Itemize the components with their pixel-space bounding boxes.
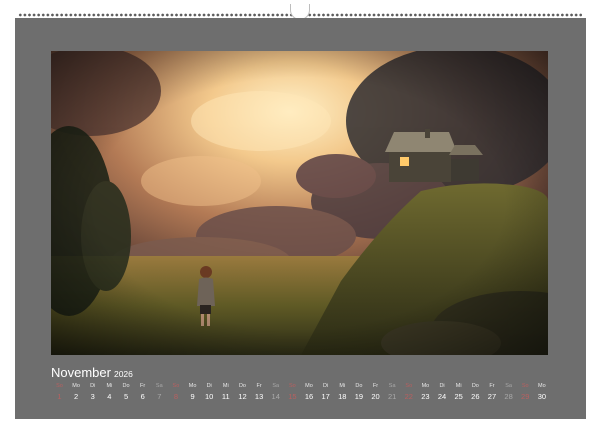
weekday-label: Do	[471, 383, 479, 389]
calendar-day: Di 3	[84, 382, 101, 404]
calendar-days-grid: So 1 Mo 2 Di 3 Mi 4 Do 5 Fr 6 Sa 7 So 8 Mo 9 Di 10 Mi 11 Do 12 F…	[51, 382, 550, 408]
calendar-day: Fr 20	[367, 382, 384, 404]
weekday-label: Mo	[538, 383, 546, 389]
calendar-day: Sa 7	[151, 382, 168, 404]
day-number: 24	[437, 392, 447, 401]
weekday-label: Do	[122, 383, 130, 389]
day-number: 28	[504, 392, 513, 401]
calendar-day: Sa 28	[500, 382, 517, 404]
weekday-label: Fr	[256, 383, 262, 389]
weekday-label: So	[172, 383, 180, 389]
spiral-binding	[0, 0, 600, 20]
calendar-day: Di 24	[434, 382, 451, 404]
calendar-day: So 29	[517, 382, 534, 404]
calendar-day: Di 10	[201, 382, 218, 404]
calendar-photo	[51, 51, 548, 355]
weekday-label: Mi	[222, 383, 229, 389]
weekday-label: Sa	[155, 383, 163, 389]
calendar-day: Mo 9	[184, 382, 201, 404]
day-number: 16	[304, 392, 314, 401]
calendar-header: November 2026	[51, 364, 133, 380]
calendar-day: So 1	[51, 382, 68, 404]
calendar-day: Mo 2	[68, 382, 85, 404]
weekday-label: So	[56, 383, 63, 389]
calendar-day: Di 17	[317, 382, 334, 404]
day-number: 14	[271, 392, 280, 401]
calendar-day: So 15	[284, 382, 301, 404]
calendar-day: Mo 16	[301, 382, 318, 404]
calendar-day: Do 5	[118, 382, 135, 404]
weekday-label: Fr	[489, 383, 495, 389]
day-number: 7	[157, 392, 162, 401]
calendar-day: So 22	[400, 382, 417, 404]
day-number: 11	[221, 392, 230, 401]
weekday-label: Do	[355, 383, 363, 389]
day-number: 20	[371, 392, 380, 401]
day-number: 5	[123, 392, 129, 401]
day-number: 23	[421, 392, 430, 401]
day-number: 2	[74, 392, 79, 401]
weekday-label: Sa	[388, 383, 396, 389]
day-number: 25	[454, 392, 463, 401]
day-number: 1	[57, 392, 62, 401]
day-number: 29	[521, 392, 530, 401]
calendar-day: Mo 30	[533, 382, 550, 404]
calendar-day: Do 26	[467, 382, 484, 404]
weekday-label: Di	[206, 383, 212, 389]
calendar-day: Mo 23	[417, 382, 434, 404]
calendar-day: Sa 14	[267, 382, 284, 404]
weekday-label: Fr	[140, 383, 146, 389]
weekday-label: Mo	[421, 383, 430, 389]
calendar-day: Mi 11	[217, 382, 234, 404]
month-name: November	[51, 365, 111, 380]
day-number: 15	[288, 392, 297, 401]
calendar-day: Mi 25	[450, 382, 467, 404]
weekday-label: Di	[323, 383, 329, 389]
day-number: 4	[107, 392, 112, 401]
weekday-label: So	[521, 383, 529, 389]
weekday-label: So	[288, 383, 296, 389]
calendar-day: Do 19	[350, 382, 367, 404]
day-number: 30	[537, 392, 547, 401]
calendar-day: Do 12	[234, 382, 251, 404]
weekday-label: Mi	[339, 383, 346, 389]
day-number: 21	[387, 392, 397, 401]
weekday-label: Mo	[188, 383, 197, 389]
day-number: 22	[404, 392, 413, 401]
weekday-label: Mo	[72, 383, 80, 389]
year-label: 2026	[113, 369, 133, 379]
day-number: 13	[254, 392, 264, 401]
calendar-day: So 8	[167, 382, 184, 404]
weekday-label: Mo	[305, 383, 313, 389]
weekday-label: Sa	[505, 383, 512, 389]
weekday-label: Di	[90, 383, 96, 389]
calendar-day: Mi 18	[334, 382, 351, 404]
calendar-day: Mi 4	[101, 382, 118, 404]
weekday-label: Di	[439, 383, 445, 389]
weekday-label: Do	[238, 383, 246, 389]
weekday-label: Sa	[272, 383, 280, 389]
day-number: 26	[471, 392, 480, 401]
day-number: 17	[321, 392, 330, 401]
day-number: 10	[205, 392, 214, 401]
day-number: 18	[338, 392, 347, 401]
day-number: 3	[90, 392, 95, 401]
day-number: 27	[487, 392, 497, 401]
day-number: 6	[140, 392, 145, 401]
day-number: 12	[238, 392, 247, 401]
weekday-label: So	[405, 383, 413, 389]
calendar-day: Fr 27	[483, 382, 500, 404]
calendar-page: November 2026 So 1 Mo 2 Di 3 Mi 4 Do 5 Fr 6 Sa 7 So 8 Mo 9…	[15, 18, 586, 419]
day-number: 19	[354, 392, 364, 401]
calendar-day: Sa 21	[384, 382, 401, 404]
day-number: 8	[173, 392, 178, 401]
photo-illustration	[51, 51, 548, 355]
calendar-day: Fr 13	[251, 382, 268, 404]
weekday-label: Mi	[106, 383, 113, 389]
calendar-day: Fr 6	[134, 382, 151, 404]
weekday-label: Fr	[372, 383, 379, 389]
day-number: 9	[190, 392, 195, 401]
weekday-label: Mi	[455, 383, 462, 389]
